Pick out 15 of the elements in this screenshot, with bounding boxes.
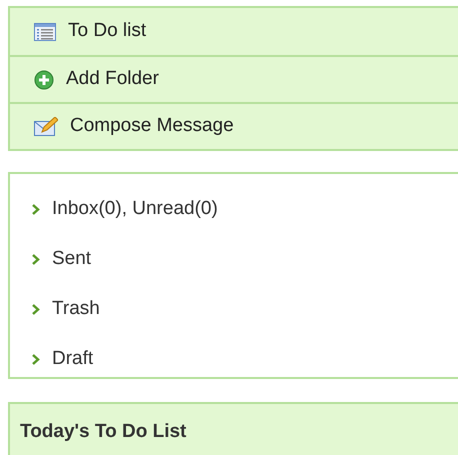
- plus-circle-icon: [34, 70, 54, 90]
- envelope-pencil-icon: [34, 116, 58, 136]
- action-item[interactable]: To Do list: [10, 8, 458, 55]
- folder-link[interactable]: Trash: [10, 284, 458, 334]
- chevron-icon: [32, 254, 40, 264]
- chevron-icon: [32, 354, 40, 364]
- chevron-icon: [32, 304, 40, 314]
- folder-link[interactable]: Sent: [10, 234, 458, 284]
- chevron-icon: [32, 204, 40, 214]
- action-item[interactable]: Compose Message: [10, 102, 458, 149]
- folder-link[interactable]: Draft: [10, 334, 458, 384]
- todo-panel-header: Today's To Do List: [8, 402, 458, 455]
- action-item[interactable]: Add Folder: [10, 55, 458, 102]
- list-icon: [34, 22, 56, 40]
- folder-link[interactable]: Inbox(0), Unread(0): [10, 184, 458, 234]
